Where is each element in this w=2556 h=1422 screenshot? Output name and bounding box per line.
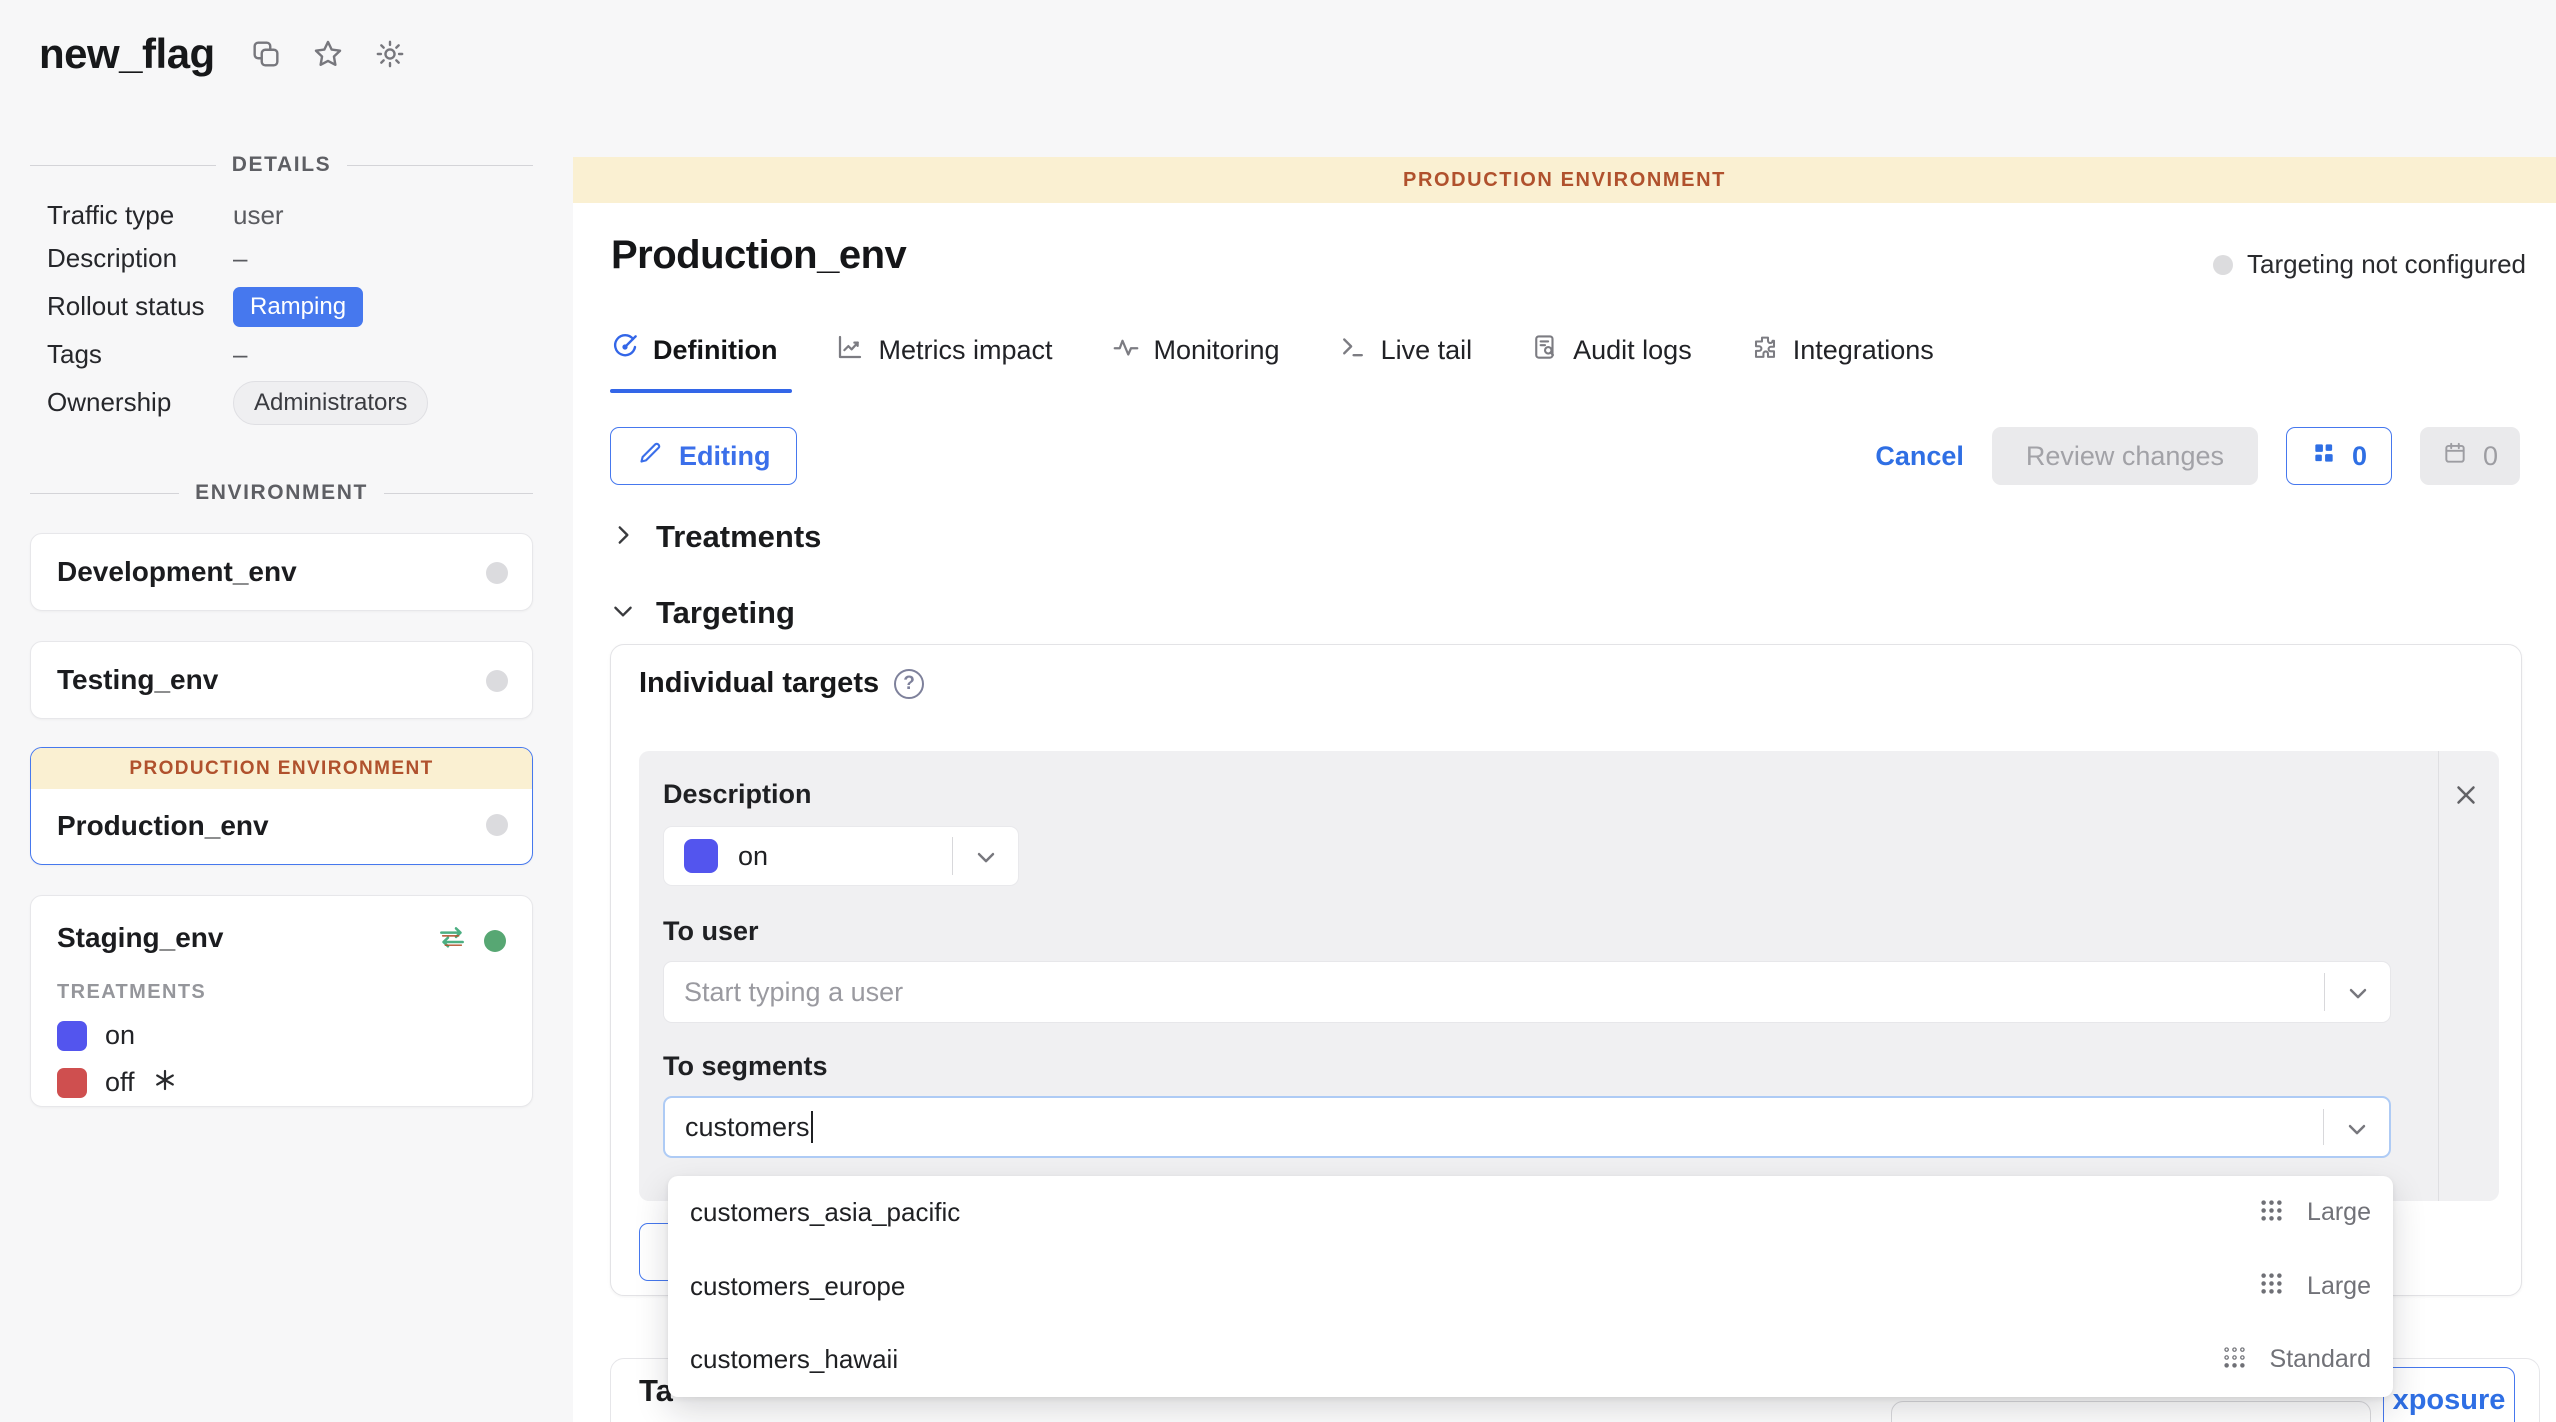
environment-heading: ENVIRONMENT — [195, 481, 368, 505]
individual-targets-heading: Individual targets — [639, 667, 879, 700]
to-segments-label: To segments — [663, 1051, 2499, 1082]
tab-integrations[interactable]: Integrations — [1750, 332, 1934, 369]
description-label: Description — [663, 779, 2499, 810]
treatment-on-row: on — [57, 1020, 506, 1051]
close-icon[interactable] — [2446, 775, 2486, 815]
tab-definition[interactable]: Definition — [610, 332, 777, 369]
review-changes-button[interactable]: Review changes — [1992, 427, 2258, 485]
to-segments-input[interactable]: customers — [663, 1096, 2391, 1158]
detail-row-rollout-status: Rollout status Ramping — [47, 280, 533, 333]
chevron-down-icon — [2343, 1115, 2371, 1148]
details-section-header: DETAILS — [30, 153, 533, 177]
chevron-down-icon — [972, 843, 1000, 876]
page-title: Production_env — [611, 233, 906, 278]
star-icon[interactable] — [311, 37, 345, 71]
calendar-icon — [2442, 440, 2468, 473]
flag-name: new_flag — [39, 30, 215, 78]
text-cursor — [811, 1111, 813, 1143]
to-user-label: To user — [663, 916, 2499, 947]
details-heading: DETAILS — [232, 153, 331, 177]
targeting-section-toggle[interactable]: Targeting — [610, 595, 795, 631]
rule-divider — [2438, 751, 2439, 1201]
chevron-down-icon — [2344, 979, 2372, 1012]
detail-row-description: Description – — [47, 237, 533, 280]
transfer-arrows-icon — [436, 924, 468, 957]
tab-monitoring[interactable]: Monitoring — [1111, 332, 1280, 369]
production-environment-banner: PRODUCTION ENVIRONMENT — [573, 157, 2556, 203]
env-card-testing[interactable]: Testing_env — [30, 641, 533, 719]
segment-option-asia-pacific[interactable]: customers_asia_pacific Large — [668, 1176, 2393, 1250]
status-dot — [2213, 255, 2233, 275]
outlined-button-partial[interactable] — [1891, 1401, 2371, 1422]
env-status-dot — [486, 670, 508, 692]
rollout-status-badge[interactable]: Ramping — [233, 287, 363, 327]
scheduled-changes-button[interactable]: 0 — [2420, 427, 2520, 485]
treatment-off-swatch — [57, 1068, 87, 1098]
gear-icon[interactable] — [373, 37, 407, 71]
segment-size-grid-partial-icon — [2221, 1344, 2248, 1376]
treatment-select[interactable]: on — [663, 826, 1019, 886]
pencil-icon — [637, 439, 664, 473]
flag-page: new_flag DETAILS Traffic type user Descr… — [0, 0, 2556, 1422]
tab-live-tail[interactable]: Live tail — [1338, 332, 1473, 369]
tab-audit-logs[interactable]: Audit logs — [1530, 332, 1692, 369]
env-card-staging[interactable]: Staging_env TREATMENTS on off — [30, 895, 533, 1107]
copy-icon[interactable] — [249, 37, 283, 71]
cancel-link[interactable]: Cancel — [1875, 441, 1964, 472]
ownership-badge[interactable]: Administrators — [233, 381, 428, 425]
exposure-button-partial[interactable]: xposure — [2383, 1367, 2515, 1422]
definition-icon — [610, 332, 640, 369]
sidebar: DETAILS Traffic type user Description – … — [30, 150, 533, 1422]
help-icon[interactable]: ? — [894, 669, 924, 699]
tab-bar: Definition Metrics impact Monitoring Liv… — [610, 332, 1934, 369]
main-panel: PRODUCTION ENVIRONMENT Production_env Ta… — [573, 157, 2556, 1422]
detail-row-ownership: Ownership Administrators — [47, 376, 533, 429]
env-active-dot — [484, 930, 506, 952]
pulse-icon — [1111, 332, 1141, 369]
tab-metrics-impact[interactable]: Metrics impact — [835, 332, 1052, 369]
chevron-right-icon — [610, 522, 636, 553]
segment-size-grid-icon — [2258, 1270, 2285, 1302]
to-user-input[interactable] — [684, 977, 2244, 1008]
page-header: new_flag — [39, 30, 407, 78]
env-card-production[interactable]: PRODUCTION ENVIRONMENT Production_env — [30, 747, 533, 865]
active-tab-underline — [610, 389, 792, 393]
editing-button[interactable]: Editing — [610, 427, 797, 485]
details-list: Traffic type user Description – Rollout … — [47, 194, 533, 429]
treatment-on-swatch — [57, 1021, 87, 1051]
env-card-development[interactable]: Development_env — [30, 533, 533, 611]
treatments-heading: TREATMENTS — [57, 981, 506, 1004]
target-rule-card: Description on To user To segments custo… — [639, 751, 2499, 1201]
detail-row-tags: Tags – — [47, 333, 533, 376]
to-user-input-wrap — [663, 961, 2391, 1023]
metrics-chart-icon — [835, 332, 865, 369]
env-status-dot — [486, 562, 508, 584]
targeting-status: Targeting not configured — [2213, 249, 2526, 280]
detail-row-traffic-type: Traffic type user — [47, 194, 533, 237]
chevron-down-icon — [610, 598, 636, 629]
segments-dropdown: customers_asia_pacific Large customers_e… — [668, 1176, 2393, 1397]
treatment-on-swatch — [684, 839, 718, 873]
treatments-section-toggle[interactable]: Treatments — [610, 519, 821, 555]
default-treatment-asterisk-icon — [153, 1068, 177, 1097]
audit-log-icon — [1530, 332, 1560, 369]
grid-icon — [2311, 440, 2337, 473]
segment-option-hawaii[interactable]: customers_hawaii Standard — [668, 1323, 2393, 1397]
segment-size-grid-icon — [2258, 1197, 2285, 1229]
env-status-dot — [486, 814, 508, 836]
terminal-icon — [1338, 332, 1368, 369]
treatment-off-row: off — [57, 1067, 506, 1098]
pending-changes-button[interactable]: 0 — [2286, 427, 2392, 485]
segment-option-europe[interactable]: customers_europe Large — [668, 1250, 2393, 1324]
puzzle-icon — [1750, 332, 1780, 369]
environment-section-header: ENVIRONMENT — [30, 481, 533, 505]
production-environment-banner: PRODUCTION ENVIRONMENT — [31, 748, 532, 789]
